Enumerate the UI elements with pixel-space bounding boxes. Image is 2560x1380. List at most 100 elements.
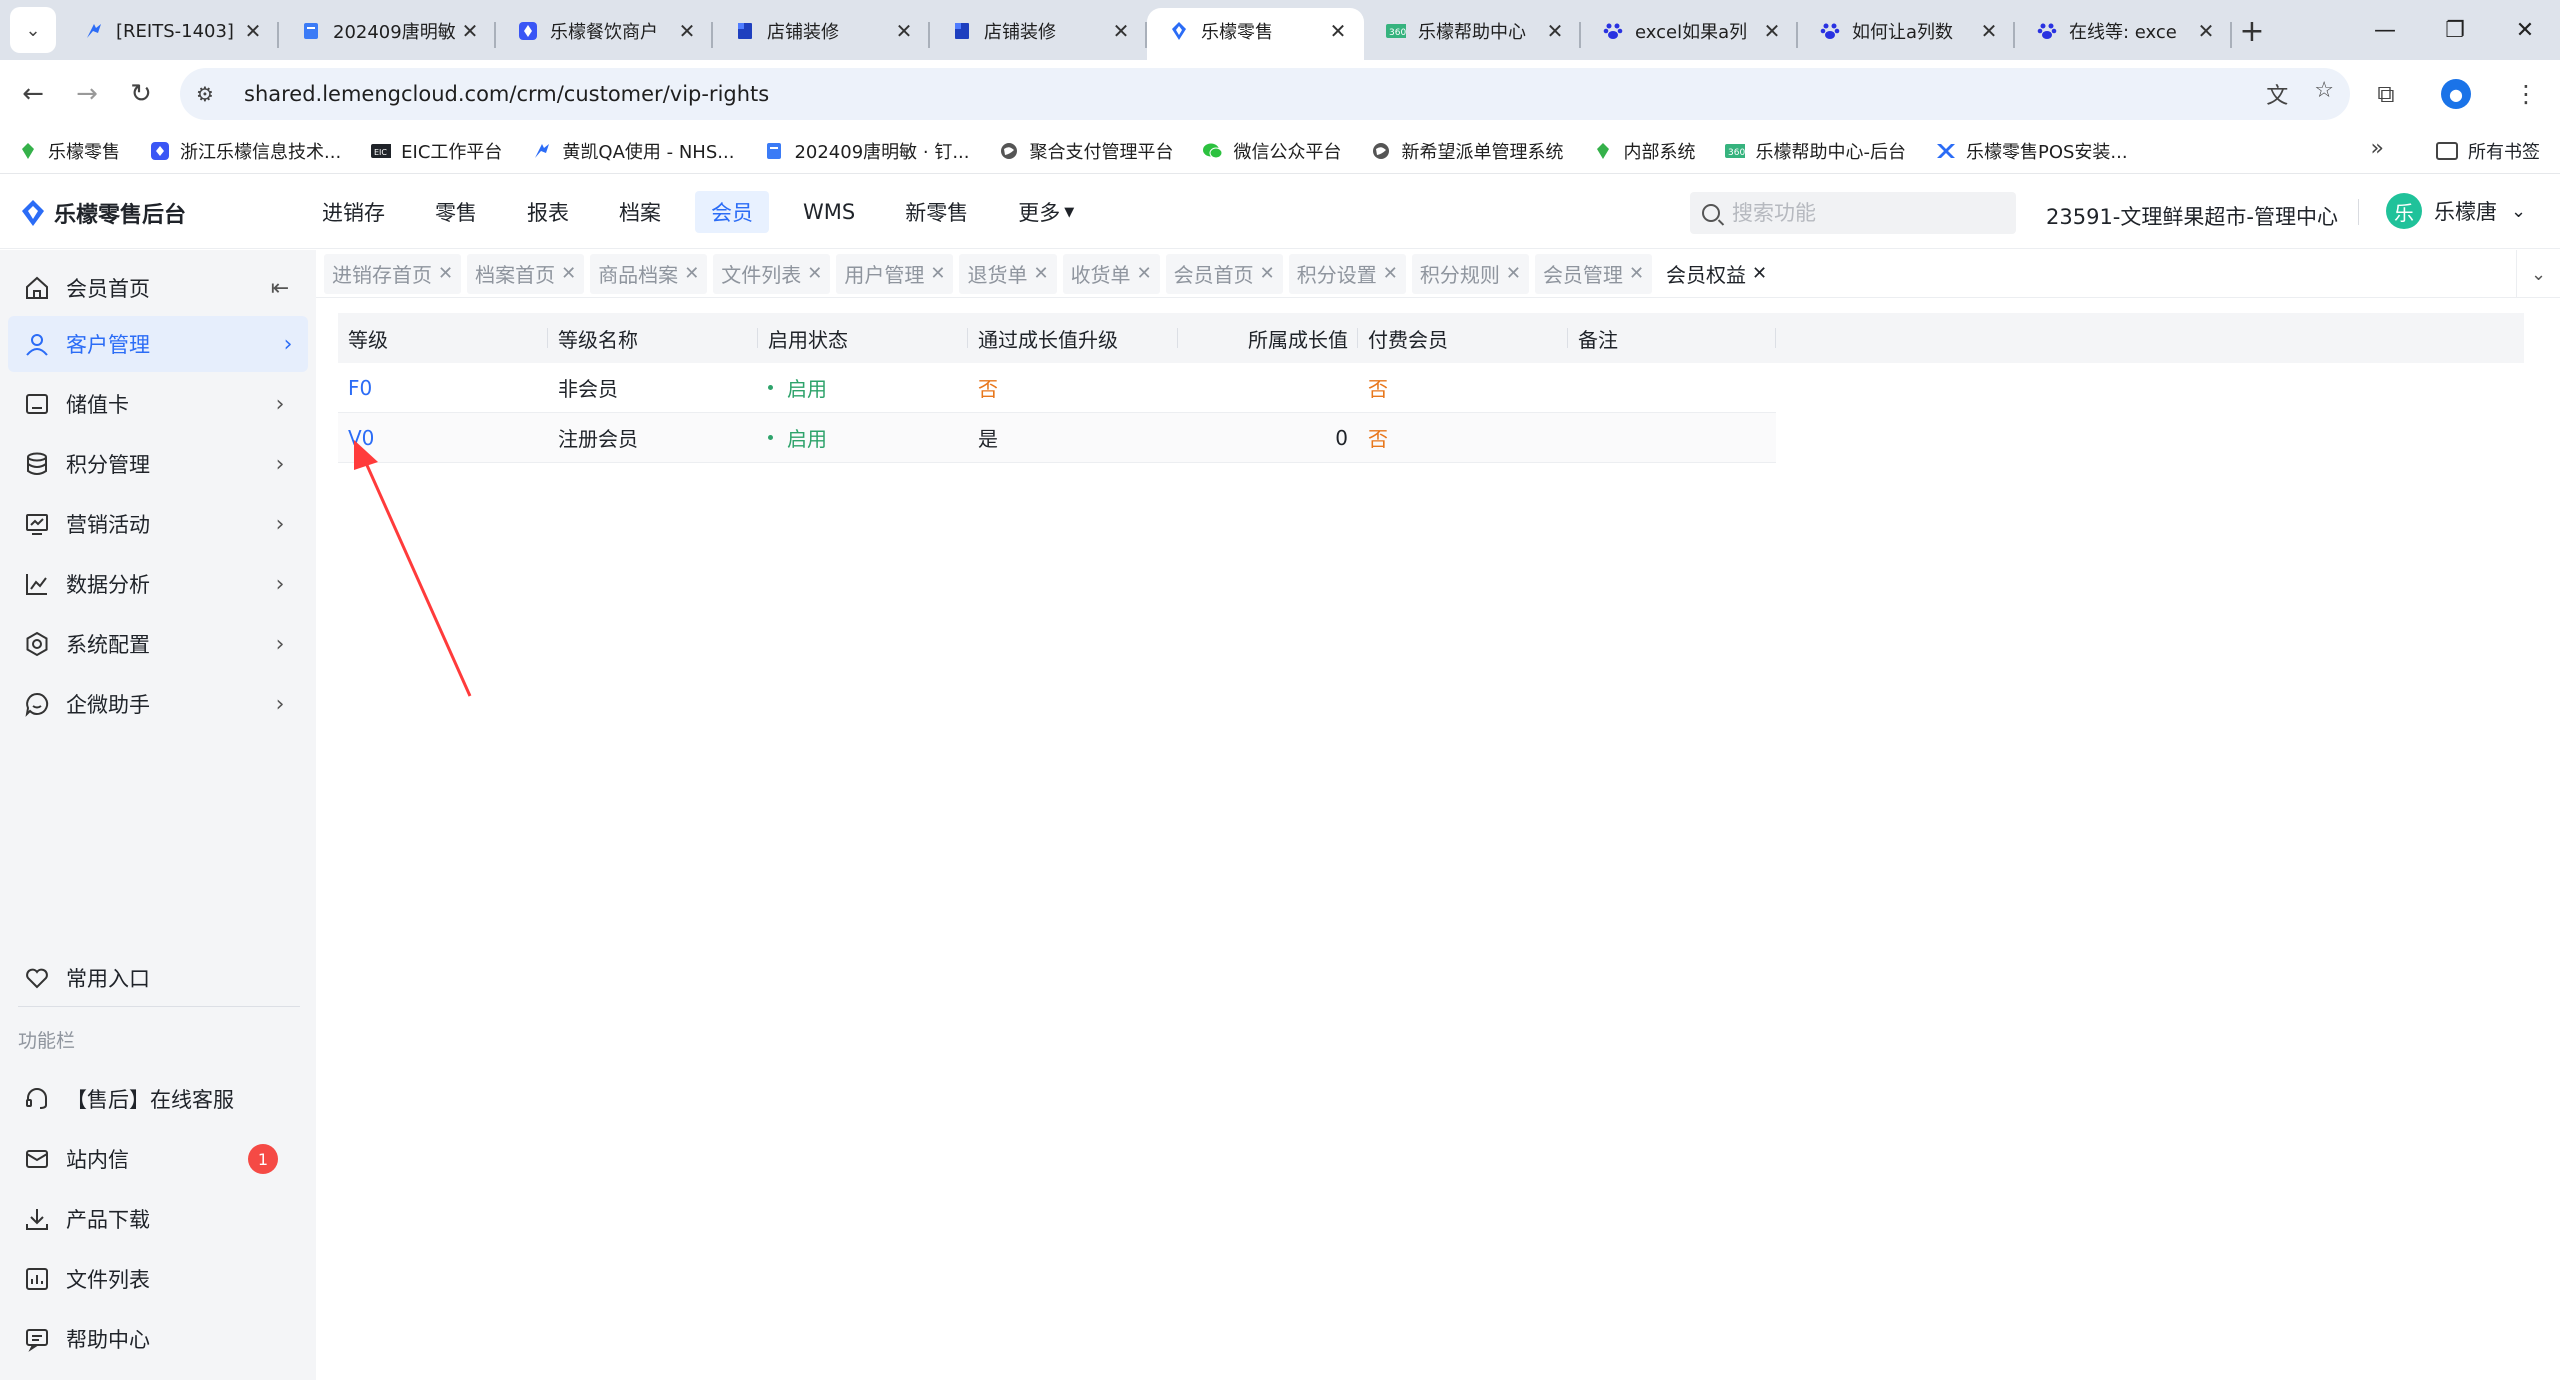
sidebar-item-points-management[interactable]: 积分管理 › (0, 436, 300, 492)
all-bookmarks-button[interactable]: 所有书签 (2436, 138, 2540, 164)
sidebar-func-inbox[interactable]: 站内信 1 (0, 1131, 300, 1187)
page-tabs-dropdown[interactable]: ⌄ (2516, 250, 2560, 298)
close-icon[interactable]: ✕ (1760, 19, 1784, 43)
page-tab[interactable]: 退货单 ✕ (959, 253, 1057, 294)
page-tab-active[interactable]: 会员权益 ✕ (1658, 253, 1776, 294)
function-search[interactable] (1690, 192, 2016, 234)
page-tab[interactable]: 会员管理 ✕ (1534, 253, 1653, 294)
browser-tab[interactable]: 如何让a列数 ✕ (1798, 8, 2015, 60)
restore-icon[interactable]: ❐ (2420, 0, 2490, 60)
close-icon[interactable]: ✕ (1033, 263, 1048, 284)
close-icon[interactable]: ✕ (1260, 263, 1275, 284)
sidebar-item-customer-management[interactable]: 客户管理 › (8, 316, 308, 372)
sidebar-func-online-service[interactable]: 【售后】在线客服 (0, 1071, 300, 1127)
page-tab[interactable]: 档案首页 ✕ (467, 253, 585, 294)
url-text[interactable]: shared.lemengcloud.com/crm/customer/vip-… (244, 82, 2266, 106)
sidebar-item-wecom-assistant[interactable]: 企微助手 › (0, 676, 300, 732)
close-icon[interactable]: ✕ (1506, 263, 1521, 284)
bookmark-item[interactable]: 聚合支付管理平台 (999, 138, 1173, 164)
sidebar-item-system-config[interactable]: 系统配置 › (0, 616, 300, 672)
sidebar-item-data-analysis[interactable]: 数据分析 › (0, 556, 300, 612)
browser-tab[interactable]: excel如果a列 ✕ (1581, 8, 1798, 60)
close-icon[interactable]: ✕ (241, 19, 265, 43)
bookmark-item[interactable]: 浙江乐檬信息技术... (150, 138, 341, 164)
close-icon[interactable]: ✕ (1629, 263, 1644, 284)
bookmark-item[interactable]: 202409唐明敏 · 钉... (764, 138, 969, 164)
translate-icon[interactable]: 文 (2266, 78, 2288, 110)
bookmark-item[interactable]: 微信公众平台 (1203, 138, 1341, 164)
function-search-input[interactable] (1732, 201, 1992, 225)
browser-tab[interactable]: 202409唐明敏 ✕ (279, 8, 496, 60)
sidebar-func-product-download[interactable]: 产品下载 (0, 1191, 300, 1247)
bookmarks-overflow-icon[interactable]: » (2371, 136, 2384, 161)
user-menu[interactable]: 乐 乐檬唐 ⌄ (2386, 193, 2526, 229)
bookmark-item[interactable]: 乐檬零售POS安装... (1936, 138, 2128, 164)
bookmark-item[interactable]: 乐檬零售 (18, 138, 120, 164)
nav-item-retail[interactable]: 零售 (419, 191, 493, 233)
page-tab[interactable]: 进销存首页 ✕ (324, 253, 462, 294)
extensions-icon[interactable]: ⧉ (2362, 70, 2410, 118)
profile-button[interactable]: ● (2432, 70, 2480, 118)
site-info-icon[interactable]: ⚙ (196, 82, 226, 106)
reload-button[interactable]: ↻ (114, 67, 168, 121)
nav-item-reports[interactable]: 报表 (511, 191, 585, 233)
page-tab[interactable]: 用户管理 ✕ (836, 253, 954, 294)
nav-item-more[interactable]: 更多 ▼ (1002, 191, 1090, 233)
close-icon[interactable]: ✕ (2194, 19, 2218, 43)
browser-tab[interactable]: 在线等: exce ✕ (2015, 8, 2232, 60)
browser-tab[interactable]: [REITS-1403] ✕ (62, 8, 279, 60)
page-tab[interactable]: 积分规则 ✕ (1411, 253, 1529, 294)
sidebar-item-stored-value-card[interactable]: 储值卡 › (0, 376, 300, 432)
close-icon[interactable]: ✕ (458, 19, 482, 43)
app-logo[interactable]: 乐檬零售后台 (22, 197, 186, 229)
sidebar-func-help-center[interactable]: 帮助中心 (0, 1311, 300, 1367)
close-icon[interactable]: ✕ (438, 263, 453, 284)
close-icon[interactable]: ✕ (1137, 263, 1152, 284)
page-tab[interactable]: 商品档案 ✕ (590, 253, 708, 294)
browser-tab[interactable]: 店铺装修 ✕ (713, 8, 930, 60)
close-icon[interactable]: ✕ (675, 19, 699, 43)
bookmark-item[interactable]: 360 乐檬帮助中心-后台 (1725, 138, 1906, 164)
address-bar[interactable]: ⚙ shared.lemengcloud.com/crm/customer/vi… (180, 68, 2350, 120)
browser-tab-active[interactable]: 乐檬零售 ✕ (1147, 8, 1364, 60)
close-icon[interactable]: ✕ (1977, 19, 2001, 43)
nav-item-wms[interactable]: WMS (787, 191, 871, 233)
page-tab[interactable]: 积分设置 ✕ (1288, 253, 1406, 294)
close-icon[interactable]: ✕ (684, 263, 699, 284)
bookmark-item[interactable]: EIC EIC工作平台 (371, 138, 502, 164)
more-vert-icon[interactable]: ⋮ (2502, 70, 2550, 118)
forward-button[interactable]: → (60, 67, 114, 121)
window-close-icon[interactable]: ✕ (2490, 0, 2560, 60)
star-icon[interactable]: ☆ (2314, 78, 2334, 110)
page-tab[interactable]: 文件列表 ✕ (713, 253, 831, 294)
close-icon[interactable]: ✕ (807, 263, 822, 284)
nav-item-member[interactable]: 会员 (695, 191, 769, 233)
bookmark-item[interactable]: 黄凯QA使用 - NHS... (532, 138, 734, 164)
level-link[interactable]: F0 (348, 376, 372, 400)
close-icon[interactable]: ✕ (1383, 263, 1398, 284)
close-icon[interactable]: ✕ (1752, 263, 1767, 284)
close-icon[interactable]: ✕ (930, 263, 945, 284)
sidebar-item-member-home[interactable]: 会员首页 ⇤ (0, 260, 300, 316)
page-tab[interactable]: 收货单 ✕ (1062, 253, 1160, 294)
new-tab-button[interactable]: + (2232, 8, 2272, 60)
nav-item-archive[interactable]: 档案 (603, 191, 677, 233)
close-icon[interactable]: ✕ (1326, 19, 1350, 43)
collapse-sidebar-icon[interactable]: ⇤ (260, 276, 300, 301)
org-selector[interactable]: 23591-文理鲜果超市-管理中心 (2046, 201, 2338, 231)
sidebar-item-marketing[interactable]: 营销活动 › (0, 496, 300, 552)
bookmark-item[interactable]: 内部系统 (1593, 138, 1695, 164)
sidebar-func-file-list[interactable]: 文件列表 (0, 1251, 300, 1307)
browser-tab[interactable]: 乐檬餐饮商户 ✕ (496, 8, 713, 60)
minimize-icon[interactable]: — (2350, 0, 2420, 60)
browser-tab[interactable]: 店铺装修 ✕ (930, 8, 1147, 60)
close-icon[interactable]: ✕ (561, 263, 576, 284)
tab-search-button[interactable]: ⌄ (10, 7, 56, 53)
back-button[interactable]: ← (6, 67, 60, 121)
close-icon[interactable]: ✕ (1109, 19, 1133, 43)
nav-item-new-retail[interactable]: 新零售 (889, 191, 984, 233)
page-tab[interactable]: 会员首页 ✕ (1165, 253, 1283, 294)
nav-item-inventory[interactable]: 进销存 (306, 191, 401, 233)
browser-tab[interactable]: 360 乐檬帮助中心 ✕ (1364, 8, 1581, 60)
close-icon[interactable]: ✕ (892, 19, 916, 43)
